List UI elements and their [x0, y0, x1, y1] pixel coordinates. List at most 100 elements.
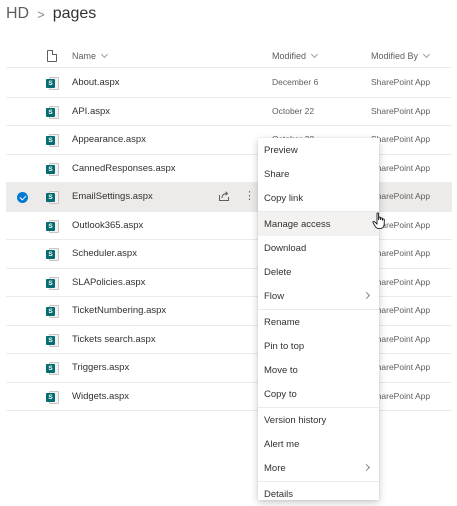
table-row[interactable]: S Scheduler.aspx SharePoint App: [6, 240, 452, 269]
sharepoint-page-icon: S: [46, 362, 59, 375]
file-name-link[interactable]: TicketNumbering.aspx: [72, 305, 166, 316]
file-name-link[interactable]: SLAPolicies.aspx: [72, 277, 145, 288]
file-name-link[interactable]: Widgets.aspx: [72, 391, 129, 402]
modified-by: SharePoint App: [371, 362, 431, 372]
sharepoint-page-icon: S: [46, 219, 59, 233]
modified-by: SharePoint App: [371, 390, 431, 401]
table-row[interactable]: S Triggers.aspx SharePoint App: [6, 354, 452, 383]
table-row[interactable]: S CannedResponses.aspx SharePoint App: [6, 155, 452, 183]
menu-item-label: Manage access: [264, 218, 331, 230]
sharepoint-page-icon: S: [46, 390, 59, 404]
modified-by: SharePoint App: [371, 248, 431, 258]
file-name-link[interactable]: Appearance.aspx: [72, 134, 146, 145]
sharepoint-page-icon: S: [46, 162, 59, 176]
column-header-row: Name Modified Modified By: [6, 46, 452, 68]
modified-by: SharePoint App: [371, 191, 431, 201]
file-list: S About.aspx December 6 SharePoint App S API.…: [6, 69, 452, 411]
sharepoint-page-icon: S: [46, 77, 59, 90]
menu-item-share[interactable]: Share: [258, 162, 379, 186]
column-header-modified[interactable]: Modified: [272, 50, 319, 61]
breadcrumb-root[interactable]: HD: [6, 5, 29, 23]
checkmark-circle-icon[interactable]: [17, 192, 28, 203]
menu-item-copy-link[interactable]: Copy link: [258, 186, 379, 210]
chevron-down-icon: [100, 50, 109, 59]
menu-item-label: Delete: [264, 266, 292, 278]
column-header-name-label: Name: [72, 51, 97, 61]
column-header-modified-label: Modified: [272, 51, 307, 61]
modified-by: SharePoint App: [371, 105, 431, 116]
menu-item-more[interactable]: More: [258, 456, 379, 480]
modified-by: SharePoint App: [371, 305, 431, 315]
sharepoint-page-icon: S: [46, 276, 59, 290]
menu-item-pin-to-top[interactable]: Pin to top: [258, 334, 379, 358]
context-menu: Preview Share Copy link Manage access Downlo…: [258, 138, 379, 500]
table-row[interactable]: S API.aspx October 22 SharePoint App: [6, 98, 452, 126]
menu-item-label: Alert me: [264, 438, 300, 450]
menu-item-label: Version history: [264, 414, 327, 426]
menu-item-alert-me[interactable]: Alert me: [258, 432, 379, 456]
menu-item-label: Share: [264, 168, 290, 180]
menu-item-label: More: [264, 462, 286, 474]
chevron-right-icon: [362, 463, 371, 472]
file-name-link[interactable]: Outlook365.aspx: [72, 220, 143, 231]
modified-by: SharePoint App: [371, 162, 431, 173]
menu-item-rename[interactable]: Rename: [258, 310, 379, 334]
chevron-down-icon: [310, 50, 319, 59]
file-name-link[interactable]: Triggers.aspx: [72, 362, 129, 373]
sharepoint-page-icon: S: [46, 105, 59, 119]
menu-item-version-history[interactable]: Version history: [258, 408, 379, 432]
column-header-modified-by[interactable]: Modified By: [371, 50, 431, 61]
menu-item-copy-to[interactable]: Copy to: [258, 382, 379, 406]
file-name-link[interactable]: Tickets search.aspx: [72, 334, 156, 345]
menu-item-manage-access[interactable]: Manage access: [258, 212, 379, 236]
menu-item-label: Move to: [264, 364, 298, 376]
sharepoint-page-icon: S: [46, 191, 59, 204]
table-row[interactable]: S TicketNumbering.aspx SharePoint App: [6, 297, 452, 326]
breadcrumb: HD > pages: [6, 2, 96, 26]
menu-item-label: Copy to: [264, 388, 297, 400]
modified-date: October 22: [272, 105, 315, 116]
table-row[interactable]: SAppearance.aspxOctober 22SharePoint App: [6, 126, 452, 155]
menu-item-label: Download: [264, 242, 307, 254]
share-icon[interactable]: [218, 190, 230, 202]
menu-item-delete[interactable]: Delete: [258, 260, 379, 284]
hand-cursor-icon: [372, 212, 385, 229]
menu-item-label: Rename: [264, 316, 300, 328]
chevron-right-icon: [362, 291, 371, 300]
menu-item-preview[interactable]: Preview: [258, 138, 379, 162]
menu-item-label: Preview: [264, 144, 298, 156]
file-name-link[interactable]: About.aspx: [72, 77, 120, 88]
sharepoint-page-icon: S: [46, 248, 59, 261]
table-row[interactable]: S EmailSettings.aspx ⋮ SharePoint App: [6, 183, 452, 212]
modified-by: SharePoint App: [371, 77, 431, 87]
menu-item-flow[interactable]: Flow: [258, 284, 379, 308]
menu-item-label: Copy link: [264, 192, 304, 204]
menu-item-label: Details: [264, 488, 294, 500]
file-name-link[interactable]: EmailSettings.aspx: [72, 191, 153, 202]
modified-by: SharePoint App: [371, 134, 431, 144]
table-row[interactable]: S About.aspx December 6 SharePoint App: [6, 69, 452, 98]
table-row[interactable]: S Tickets search.aspx SharePoint App: [6, 326, 452, 354]
file-name-link[interactable]: Scheduler.aspx: [72, 248, 137, 259]
modified-by: SharePoint App: [371, 276, 431, 287]
menu-item-details[interactable]: Details: [258, 482, 379, 506]
column-header-name[interactable]: Name: [72, 50, 109, 61]
file-name-link[interactable]: CannedResponses.aspx: [72, 163, 176, 174]
chevron-down-icon: [422, 50, 431, 59]
file-name-link[interactable]: API.aspx: [72, 106, 110, 117]
modified-date: December 6: [272, 77, 319, 87]
sharepoint-page-icon: S: [46, 333, 59, 347]
sharepoint-page-icon: S: [46, 305, 59, 318]
sharepoint-page-icon: S: [46, 134, 59, 147]
file-type-header-icon[interactable]: [47, 50, 57, 62]
table-row[interactable]: S SLAPolicies.aspx SharePoint App: [6, 269, 452, 297]
more-actions-icon[interactable]: ⋮: [244, 189, 255, 202]
modified-by: SharePoint App: [371, 333, 431, 344]
breadcrumb-separator-icon: >: [37, 6, 45, 22]
menu-item-move-to[interactable]: Move to: [258, 358, 379, 382]
breadcrumb-current: pages: [52, 5, 97, 22]
menu-item-download[interactable]: Download: [258, 236, 379, 260]
table-row[interactable]: S Widgets.aspx SharePoint App: [6, 383, 452, 411]
menu-item-label: Pin to top: [264, 340, 305, 352]
menu-item-label: Flow: [264, 290, 285, 302]
